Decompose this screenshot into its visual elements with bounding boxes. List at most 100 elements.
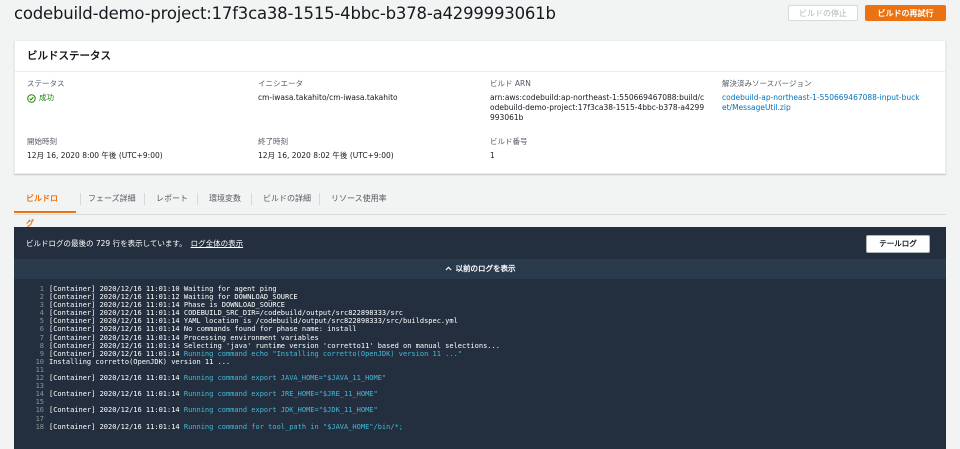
- log-line-text: [Container] 2020/12/16 11:01:14 Phase is…: [49, 301, 286, 310]
- log-line: 13: [14, 382, 946, 390]
- log-line-text: Installing corretto(OpenJDK) version 11 …: [49, 357, 231, 366]
- source-version-field: 解決済みソースバージョン codebuild-ap-northeast-1-55…: [722, 79, 922, 113]
- log-line-text: [Container] 2020/12/16 11:01:14 No comma…: [49, 325, 357, 334]
- build-status-panel: ビルドステータス ステータス 成功 イニシエータ cm-iwasa.takahi…: [14, 40, 946, 174]
- log-line-number: 12: [35, 374, 44, 383]
- log-line: 12 [Container] 2020/12/16 11:01:14 Runnin…: [14, 374, 946, 382]
- log-line-text: [Container] 2020/12/16 11:01:14: [49, 374, 184, 383]
- log-line: 16 [Container] 2020/12/16 11:01:14 Runnin…: [14, 406, 946, 414]
- page-header: codebuild-demo-project:17f3ca38-1515-4bb…: [14, 0, 946, 28]
- show-previous-logs-label: 以前のログを表示: [455, 264, 516, 273]
- tail-log-button[interactable]: テールログ: [866, 235, 930, 253]
- log-line-text: [Container] 2020/12/16 11:01:14 Selectin…: [49, 341, 500, 350]
- log-line-number: 6: [39, 325, 44, 334]
- log-line-text: [Container] 2020/12/16 11:01:14: [49, 406, 184, 415]
- log-line-number: 7: [39, 333, 44, 342]
- log-line-number: 4: [39, 309, 44, 318]
- log-line: 10 Installing corretto(OpenJDK) version 1…: [14, 358, 946, 366]
- log-line-text: [Container] 2020/12/16 11:01:14: [49, 390, 184, 399]
- log-line: 6 [Container] 2020/12/16 11:01:14 No comm…: [14, 325, 946, 333]
- tab-environment-variables[interactable]: 環境変数: [197, 186, 253, 213]
- log-line: 11: [14, 366, 946, 374]
- log-line-number: 1: [39, 285, 44, 293]
- tab-phase-details[interactable]: フェーズ詳細: [76, 186, 148, 213]
- log-line: 17: [14, 415, 946, 423]
- start-time-field: 開始時刻 12月 16, 2020 8:00 午後 (UTC+9:00): [27, 137, 237, 161]
- log-line-text: [Container] 2020/12/16 11:01:14: [49, 422, 184, 431]
- log-line-number: 5: [39, 317, 44, 326]
- build-arn-field: ビルド ARN arn:aws:codebuild:ap-northeast-1…: [490, 79, 705, 123]
- log-line-number: 14: [35, 390, 44, 399]
- detail-tabs: ビルドログ フェーズ詳細 レポート 環境変数 ビルドの詳細 リソース使用率: [14, 186, 946, 228]
- status-field: ステータス 成功: [27, 79, 237, 103]
- build-arn-label: ビルド ARN: [490, 79, 531, 88]
- log-line: 8 [Container] 2020/12/16 11:01:14 Selecti…: [14, 342, 946, 350]
- log-line-number: 9: [39, 349, 44, 358]
- log-line-number: 10: [35, 357, 44, 366]
- log-line-text: [Container] 2020/12/16 11:01:14: [49, 349, 184, 358]
- initiator-field: イニシエータ cm-iwasa.takahito/cm-iwasa.takahi…: [258, 79, 468, 103]
- log-output: 1 [Container] 2020/12/16 11:01:10 Waiting…: [14, 285, 946, 449]
- panel-title: ビルドステータス: [27, 50, 111, 62]
- source-version-link[interactable]: codebuild-ap-northeast-1-550669467088-in…: [722, 93, 922, 113]
- tab-build-details[interactable]: ビルドの詳細: [251, 186, 323, 213]
- log-line: 9 [Container] 2020/12/16 11:01:14 Running…: [14, 350, 946, 358]
- tab-build-logs[interactable]: ビルドログ: [14, 186, 76, 228]
- retry-build-button[interactable]: ビルドの再試行: [865, 5, 946, 21]
- log-line-command: Running command export JRE_HOME="$JRE_11…: [183, 390, 378, 399]
- stop-build-button[interactable]: ビルドの停止: [788, 5, 858, 21]
- panel-header: ビルドステータス: [15, 41, 945, 72]
- log-info-text: ビルドログの最後の 729 行を表示しています。: [26, 239, 187, 248]
- log-line-number: 13: [35, 382, 44, 391]
- log-line-command: Running command echo "Installing corrett…: [183, 349, 463, 358]
- log-line-text: [Container] 2020/12/16 11:01:14 CODEBUIL…: [49, 309, 404, 318]
- start-time-label: 開始時刻: [27, 137, 57, 146]
- log-line: 2 [Container] 2020/12/16 11:01:12 Waiting…: [14, 293, 946, 301]
- log-line: 4 [Container] 2020/12/16 11:01:14 CODEBUI…: [14, 309, 946, 317]
- initiator-label: イニシエータ: [258, 79, 303, 88]
- build-log-panel: ビルドログの最後の 729 行を表示しています。 ログ全体の表示 テールログ 以前…: [14, 227, 946, 449]
- log-line-text: [Container] 2020/12/16 11:01:14 Processi…: [49, 333, 319, 342]
- view-full-log-link[interactable]: ログ全体の表示: [191, 239, 244, 248]
- status-label: ステータス: [27, 79, 65, 88]
- log-line: 5 [Container] 2020/12/16 11:01:14 YAML lo…: [14, 317, 946, 325]
- success-check-icon: [27, 93, 36, 103]
- status-value: 成功: [27, 93, 237, 103]
- log-line-number: 3: [39, 301, 44, 310]
- initiator-value: cm-iwasa.takahito/cm-iwasa.takahito: [258, 93, 398, 102]
- page-title: codebuild-demo-project:17f3ca38-1515-4bb…: [14, 4, 556, 23]
- tab-reports[interactable]: レポート: [144, 186, 200, 213]
- log-line-number: 17: [35, 414, 44, 423]
- tab-resource-utilization[interactable]: リソース使用率: [319, 186, 399, 213]
- log-line-text: [Container] 2020/12/16 11:01:14 YAML loc…: [49, 317, 458, 326]
- log-line-text: [Container] 2020/12/16 11:01:10 Waiting …: [49, 285, 277, 293]
- end-time-value: 12月 16, 2020 8:02 午後 (UTC+9:00): [258, 151, 394, 160]
- log-line-number: 11: [35, 365, 44, 374]
- log-line-number: 2: [39, 293, 44, 302]
- chevron-up-icon: [444, 259, 452, 279]
- start-time-value: 12月 16, 2020 8:00 午後 (UTC+9:00): [27, 151, 163, 160]
- log-line-command: Running command for tool_path in "$JAVA_…: [183, 422, 404, 431]
- log-line: 7 [Container] 2020/12/16 11:01:14 Process…: [14, 334, 946, 342]
- build-number-value: 1: [490, 151, 495, 160]
- log-line: 18 [Container] 2020/12/16 11:01:14 Runnin…: [14, 423, 946, 431]
- end-time-label: 終了時刻: [258, 137, 288, 146]
- log-line: 14 [Container] 2020/12/16 11:01:14 Runnin…: [14, 390, 946, 398]
- log-line-command: Running command export JAVA_HOME="$JAVA_…: [183, 374, 387, 383]
- build-number-label: ビルド番号: [490, 137, 528, 146]
- log-header: ビルドログの最後の 729 行を表示しています。 ログ全体の表示 テールログ: [14, 227, 946, 259]
- end-time-field: 終了時刻 12月 16, 2020 8:02 午後 (UTC+9:00): [258, 137, 468, 161]
- build-arn-value: arn:aws:codebuild:ap-northeast-1:5506694…: [490, 93, 705, 122]
- log-line-number: 15: [35, 398, 44, 407]
- log-line-number: 16: [35, 406, 44, 415]
- show-previous-logs-button[interactable]: 以前のログを表示: [14, 259, 946, 279]
- log-line-number: 8: [39, 341, 44, 350]
- build-number-field: ビルド番号 1: [490, 137, 700, 161]
- log-line: 15: [14, 398, 946, 406]
- log-line-number: 18: [35, 422, 44, 431]
- log-info: ビルドログの最後の 729 行を表示しています。 ログ全体の表示: [26, 238, 243, 249]
- source-version-label: 解決済みソースバージョン: [722, 79, 812, 88]
- log-line: 1 [Container] 2020/12/16 11:01:10 Waiting…: [14, 285, 946, 293]
- log-line-text: [Container] 2020/12/16 11:01:12 Waiting …: [49, 293, 298, 302]
- status-text: 成功: [39, 93, 54, 102]
